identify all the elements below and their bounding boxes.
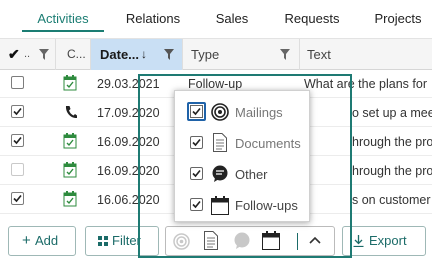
document-icon (213, 133, 227, 152)
category-column-label: C... (67, 47, 86, 61)
row-date: 16.09.2020 (97, 135, 160, 149)
filter-button-label: Filter (112, 233, 141, 248)
tab-bar: Activities Relations Sales Requests Proj… (0, 0, 432, 32)
speech-bubble-icon (211, 165, 229, 183)
text-column-header[interactable]: Text (300, 39, 432, 70)
follow-ups-checkbox[interactable] (190, 198, 203, 211)
download-icon (353, 235, 364, 247)
tab-sales[interactable]: Sales (205, 0, 259, 32)
other-checkbox[interactable] (190, 167, 203, 180)
date-column-header[interactable]: Date... ↓ (91, 39, 183, 70)
export-button[interactable]: Export (342, 226, 426, 256)
row-date: 16.06.2020 (97, 193, 160, 207)
type-filter-bar[interactable] (165, 226, 335, 256)
calendar-icon (211, 196, 229, 215)
sort-descending-icon: ↓ (141, 47, 147, 61)
export-button-label: Export (369, 233, 407, 248)
mailings-icon (173, 233, 190, 250)
popup-item-label: Mailings (235, 105, 283, 120)
filter-funnel-icon[interactable] (164, 49, 174, 60)
popup-item-mailings[interactable]: Mailings (175, 97, 311, 127)
type-column-label: Type (191, 47, 220, 62)
plus-icon: + (22, 232, 31, 249)
tab-requests[interactable]: Requests (277, 0, 347, 32)
speech-bubble-icon (233, 232, 251, 250)
popup-item-label: Other (235, 167, 268, 182)
popup-item-documents[interactable]: Documents (175, 128, 311, 158)
row-date: 16.09.2020 (97, 164, 160, 178)
calendar-check-icon (63, 75, 77, 91)
text-column-label: Text (307, 47, 331, 62)
mailings-checkbox[interactable] (187, 102, 206, 121)
row-text: s on customer (352, 193, 431, 207)
row-text: hrough the propo (352, 135, 432, 149)
type-column-header[interactable]: Type (183, 39, 300, 70)
documents-checkbox[interactable] (190, 136, 203, 149)
calendar-check-icon (63, 191, 77, 207)
chevron-up-icon[interactable] (309, 236, 321, 244)
row-checkbox[interactable] (11, 134, 24, 147)
mailings-icon (211, 103, 229, 121)
category-column-header[interactable]: C... (56, 39, 91, 70)
tab-activities[interactable]: Activities (22, 0, 104, 32)
calendar-check-icon (63, 162, 77, 178)
row-date: 29.03.2021 (97, 77, 160, 91)
select-column-header[interactable]: ✔ .. (0, 39, 56, 70)
check-all-label: ✔ (8, 46, 20, 62)
row-date: 17.09.2020 (97, 106, 160, 120)
check-more-label: .. (24, 48, 31, 60)
separator (297, 233, 298, 250)
row-checkbox[interactable] (11, 76, 24, 89)
calendar-check-icon (63, 133, 77, 149)
type-filter-popup: Mailings Documents Other Follow-ups (174, 90, 310, 222)
grid-icon (98, 236, 108, 246)
date-column-label: Date... (100, 47, 140, 62)
popup-item-label: Documents (235, 136, 301, 151)
tab-relations[interactable]: Relations (116, 0, 190, 32)
document-icon (204, 231, 218, 250)
grid-header: ✔ .. C... Date... ↓ Type Text (0, 38, 432, 70)
phone-icon (65, 105, 77, 119)
row-text: What are the plans for (304, 77, 427, 91)
filter-funnel-icon[interactable] (280, 49, 290, 60)
popup-item-other[interactable]: Other (175, 159, 311, 189)
tab-projects[interactable]: Projects (367, 0, 429, 32)
row-text: o set up a meetin (352, 106, 432, 120)
row-checkbox[interactable] (11, 192, 24, 205)
filter-button[interactable]: Filter (85, 226, 159, 256)
row-checkbox[interactable] (11, 105, 24, 118)
filter-funnel-icon[interactable] (39, 49, 49, 60)
add-button-label: Add (35, 233, 59, 248)
calendar-icon (262, 231, 280, 250)
popup-item-follow-ups[interactable]: Follow-ups (175, 190, 311, 220)
row-text: hrough the propo (352, 164, 432, 178)
row-checkbox[interactable] (11, 163, 24, 176)
popup-item-label: Follow-ups (235, 198, 298, 213)
add-button[interactable]: + Add (8, 226, 76, 256)
